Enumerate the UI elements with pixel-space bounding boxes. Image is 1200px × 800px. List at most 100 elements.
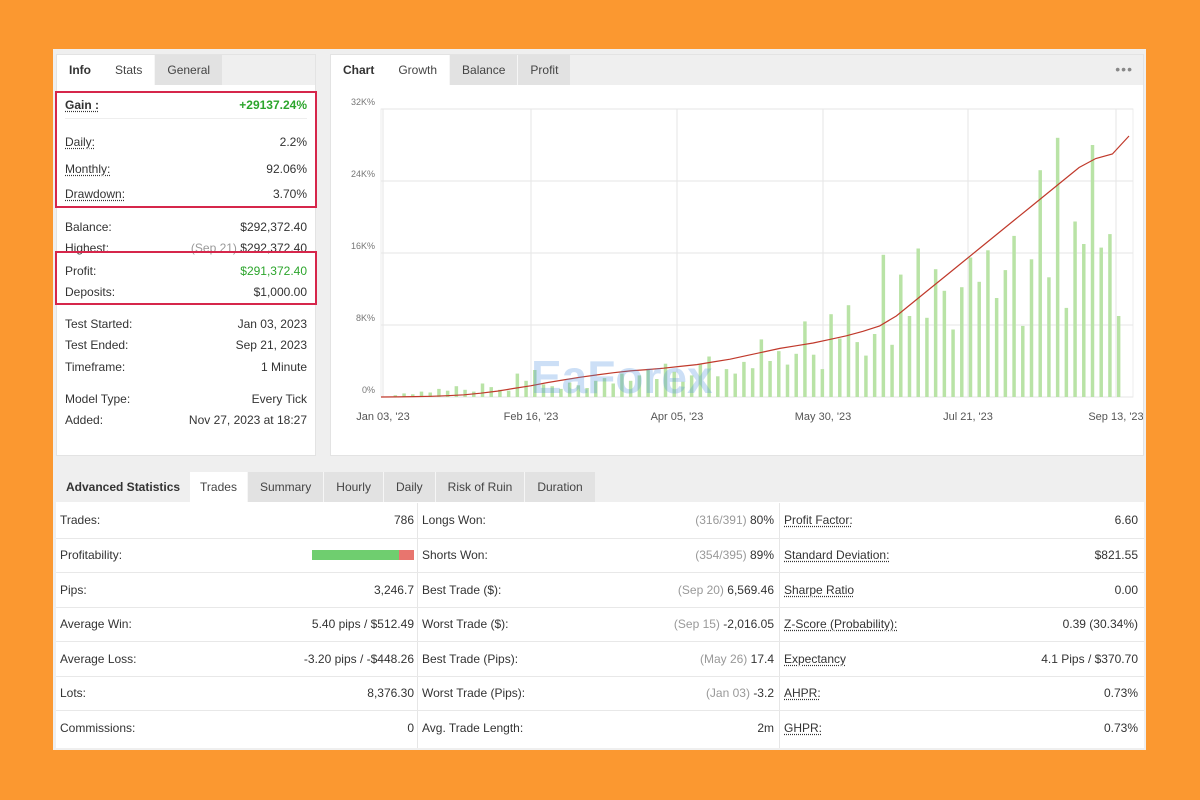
tab-duration[interactable]: Duration [524, 472, 595, 502]
tab-chart[interactable]: Chart [331, 55, 387, 85]
stats-row: Profitability: Shorts Won: (354/395) 89% … [56, 537, 1144, 573]
growth-bar [986, 250, 990, 397]
stat-value: 6,569.46 [727, 582, 774, 597]
stat-label[interactable]: Profit Factor: [784, 513, 853, 527]
tab-trades[interactable]: Trades [190, 472, 247, 502]
stat-value: 5.40 pips / $512.49 [311, 617, 414, 632]
growth-chart: 32K% 24K% 16K% 8K% 0% Jan 03, '23 Feb 16, '23 A… [351, 97, 1143, 423]
growth-bar [480, 383, 485, 397]
info-tabbar: Info Stats General [57, 55, 315, 85]
growth-bar [768, 361, 772, 397]
test-started-label: Test Started: [65, 317, 133, 331]
growth-bar [1021, 325, 1025, 397]
balance-value: $292,372.40 [240, 220, 307, 234]
growth-bar [890, 344, 894, 397]
stat-value: 89% [749, 548, 774, 563]
stat-label[interactable]: Z-Score (Probability): [784, 617, 897, 631]
growth-bar [968, 257, 973, 397]
stat-label: Avg. Trade Length: [422, 720, 524, 735]
tab-summary[interactable]: Summary [246, 472, 324, 502]
chart-panel: Chart Growth Balance Profit ••• 32K% 24K%… [330, 54, 1144, 456]
growth-bar [1012, 235, 1016, 397]
stats-row: Lots: 8,376.30 Worst Trade (Pips): (Jan 03… [56, 675, 1144, 711]
tab-balance[interactable]: Balance [449, 55, 518, 85]
highlight-box-gain [55, 91, 317, 208]
growth-bar [750, 368, 755, 397]
stat-value: 2m [757, 720, 774, 735]
growth-bar [759, 339, 764, 397]
y-tick-label: 0% [362, 385, 375, 395]
added-value: Nov 27, 2023 at 18:27 [188, 413, 307, 427]
x-tick-label: Apr 05, '23 [651, 411, 704, 423]
tab-profit[interactable]: Profit [517, 55, 571, 85]
stat-label: Longs Won: [422, 513, 486, 528]
stat-detail: (Sep 15) [673, 617, 720, 632]
stat-label[interactable]: AHPR: [784, 686, 821, 700]
advanced-statistics-panel: Advanced Statistics Trades Summary Hourl… [56, 472, 1144, 748]
more-dots-icon[interactable]: ••• [1115, 61, 1133, 77]
growth-bar [1073, 221, 1077, 397]
stat-value: $821.55 [1094, 548, 1138, 563]
stat-label[interactable]: Sharpe Ratio [784, 583, 854, 597]
x-tick-label: Feb 16, '23 [504, 411, 559, 423]
stat-label: Shorts Won: [422, 548, 488, 563]
stat-label: Lots: [60, 686, 87, 701]
stat-value: 0.73% [1103, 686, 1138, 701]
growth-bar [942, 290, 947, 397]
growth-bar [1082, 244, 1086, 397]
y-tick-label: 16K% [351, 241, 375, 251]
tab-advanced-statistics[interactable]: Advanced Statistics [56, 472, 190, 502]
growth-bar [820, 369, 825, 397]
stats-row: Average Win: 5.40 pips / $512.49 Worst Tr… [56, 606, 1144, 642]
x-tick-label: Jan 03, '23 [356, 411, 409, 423]
growth-bar [1055, 137, 1060, 398]
advanced-tabbar: Advanced Statistics Trades Summary Hourl… [56, 472, 1144, 502]
tab-general[interactable]: General [154, 55, 223, 85]
growth-bar [1064, 307, 1069, 397]
tab-stats[interactable]: Stats [103, 55, 155, 85]
model-type-label: Model Type: [65, 392, 131, 406]
stat-label[interactable]: Standard Deviation: [784, 548, 889, 562]
growth-bar [1108, 234, 1112, 397]
stat-value: 8,376.30 [367, 686, 414, 701]
stat-label[interactable]: Expectancy [784, 652, 846, 666]
test-ended-row: Test Ended: Sep 21, 2023 [57, 335, 315, 355]
growth-bar [872, 334, 877, 397]
growth-bar [881, 254, 886, 397]
stats-grid: Trades: 786 Longs Won: (316/391) 80% Profi… [56, 503, 1144, 745]
stat-label: Profitability: [60, 548, 123, 563]
growth-bar [716, 376, 720, 397]
growth-bar [916, 248, 920, 397]
growth-bar [777, 351, 781, 397]
model-type-value: Every Tick [251, 392, 307, 406]
growth-bar [846, 305, 851, 397]
growth-bar [724, 369, 729, 397]
growth-bar [925, 317, 929, 397]
profitability-bar [312, 550, 414, 561]
stat-value: 80% [749, 513, 774, 528]
stat-value: 0.00 [1114, 582, 1138, 597]
tab-info[interactable]: Info [57, 55, 103, 85]
added-row: Added: Nov 27, 2023 at 18:27 [57, 410, 315, 430]
stat-value: 0 [407, 720, 414, 735]
stat-detail: (354/395) [695, 548, 747, 563]
growth-bar [1099, 247, 1103, 397]
test-ended-label: Test Ended: [65, 338, 129, 352]
watermark-logo: EaForex [531, 351, 713, 403]
profitability-fill [312, 550, 399, 561]
stats-row: Average Loss: -3.20 pips / -$448.26 Best … [56, 641, 1144, 676]
tab-growth[interactable]: Growth [386, 55, 450, 85]
growth-bar [960, 287, 964, 397]
x-tick-label: May 30, '23 [795, 411, 852, 423]
stat-label[interactable]: GHPR: [784, 721, 822, 735]
tab-hourly[interactable]: Hourly [323, 472, 383, 502]
stat-label: Worst Trade (Pips): [422, 686, 526, 701]
growth-bar [1003, 270, 1008, 397]
tab-daily[interactable]: Daily [382, 472, 435, 502]
growth-bar [515, 373, 520, 397]
chart-tabbar: Chart Growth Balance Profit [331, 55, 1143, 85]
y-tick-label: 8K% [356, 313, 375, 323]
stat-detail: (May 26) [699, 651, 748, 666]
tab-risk-of-ruin[interactable]: Risk of Ruin [434, 472, 525, 502]
x-tick-label: Jul 21, '23 [943, 411, 993, 423]
